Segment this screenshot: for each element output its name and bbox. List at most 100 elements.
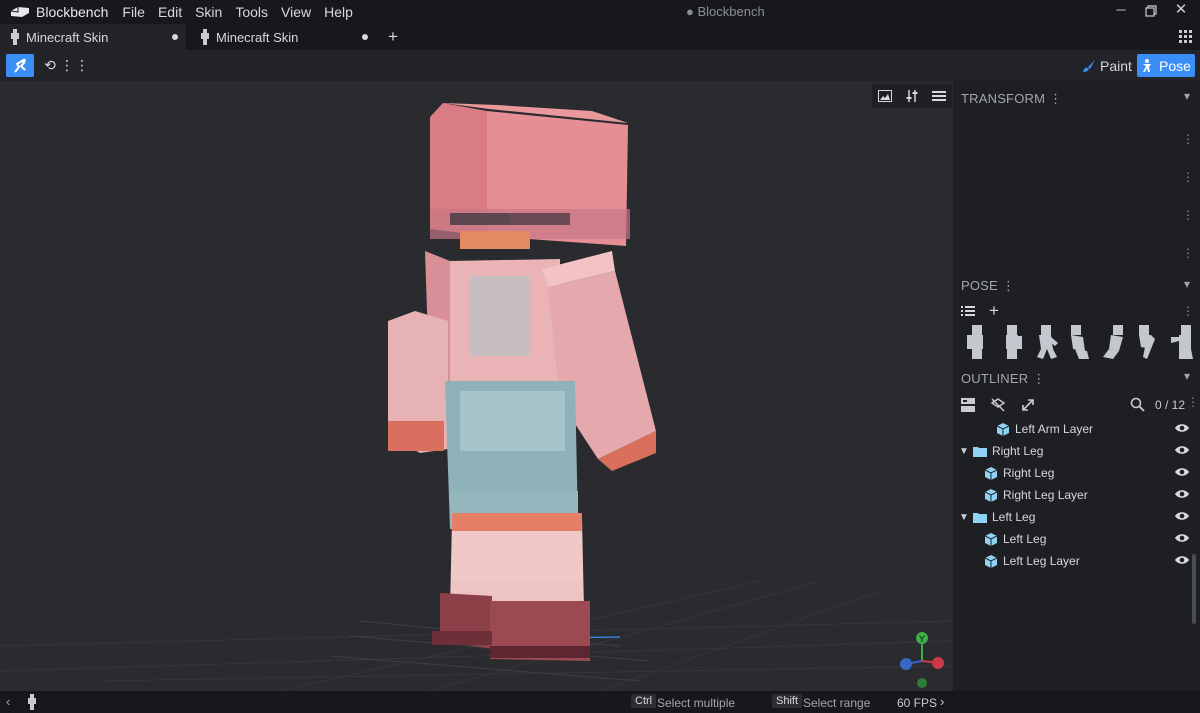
- eye-icon[interactable]: [1175, 467, 1189, 477]
- outliner-item-label: Right Leg: [992, 444, 1044, 458]
- toolbar: ⟲ ⋮⋮ Paint Pose: [0, 50, 1200, 81]
- kebab-icon[interactable]: ⋮: [1002, 278, 1015, 293]
- kebab-icon[interactable]: ⋮: [1032, 371, 1045, 386]
- skin-figure-icon: [201, 29, 209, 45]
- pose-tools: +: [961, 302, 999, 319]
- pose-preset-fly-icon[interactable]: [1167, 323, 1197, 361]
- chevron-up-icon[interactable]: ▾: [1184, 277, 1194, 291]
- title-bar: Blockbench File Edit Skin Tools View Hel…: [0, 0, 1200, 24]
- outliner-item-label: Right Leg: [1003, 466, 1055, 480]
- chevron-down-icon[interactable]: ▼: [959, 446, 969, 457]
- outliner-item-left-leg[interactable]: Left Leg: [955, 528, 1193, 550]
- tab-minecraft-skin-2[interactable]: Minecraft Skin: [190, 24, 376, 50]
- paint-mode-label: Paint: [1100, 57, 1132, 74]
- 3d-viewport[interactable]: Y: [0, 81, 953, 691]
- pose-mode-button[interactable]: Pose: [1137, 54, 1195, 77]
- cube-icon: [985, 466, 997, 480]
- add-pose-plus-icon[interactable]: +: [989, 302, 999, 319]
- menu-view[interactable]: View: [281, 4, 311, 20]
- expand-icon[interactable]: [1020, 397, 1036, 413]
- unsaved-dot-icon: [172, 34, 178, 40]
- outliner-item-left-arm-layer[interactable]: Left Arm Layer: [955, 418, 1193, 440]
- pose-mode-label: Pose: [1159, 57, 1191, 74]
- menu-icon[interactable]: [931, 90, 946, 102]
- pose-preset-jump-icon[interactable]: [1133, 323, 1163, 361]
- eye-icon[interactable]: [1175, 511, 1189, 521]
- outliner-item-right-leg-layer[interactable]: Right Leg Layer: [955, 484, 1193, 506]
- outliner-item-label: Left Leg Layer: [1003, 554, 1080, 568]
- new-tab-plus-icon[interactable]: +: [388, 27, 398, 47]
- eye-icon[interactable]: [1175, 533, 1189, 543]
- pose-preset-wave-icon[interactable]: [1099, 323, 1129, 361]
- image-icon[interactable]: [878, 90, 893, 102]
- paint-mode-button[interactable]: Paint: [1080, 54, 1134, 77]
- skin-figure-icon[interactable]: [27, 694, 37, 710]
- outliner-item-right-leg[interactable]: Right Leg: [955, 462, 1193, 484]
- cube-icon: [985, 554, 997, 568]
- sync-button[interactable]: ⟲: [39, 54, 61, 77]
- status-bar: ‹ Ctrl Select multiple Shift Select rang…: [0, 691, 1200, 713]
- viewport-scene[interactable]: Y: [0, 81, 953, 691]
- eye-icon[interactable]: [1175, 555, 1189, 565]
- menu-help[interactable]: Help: [324, 4, 353, 20]
- list-icon[interactable]: [961, 305, 975, 317]
- cube-icon: [985, 488, 997, 502]
- close-icon[interactable]: ✕: [1174, 2, 1188, 17]
- app-name: Blockbench: [36, 4, 109, 20]
- kebab-icon[interactable]: ⋮: [1187, 396, 1199, 408]
- kebab-icon[interactable]: ⋮: [1049, 91, 1062, 106]
- pose-panel-header[interactable]: POSE ⋮: [961, 278, 1015, 294]
- pose-figure-icon: [1143, 58, 1152, 72]
- kebab-icon[interactable]: ⋮: [1182, 305, 1194, 317]
- menu-edit[interactable]: Edit: [158, 4, 182, 20]
- minimize-icon[interactable]: ─: [1114, 3, 1128, 17]
- chevron-down-icon[interactable]: ▼: [959, 512, 969, 523]
- pose-preset-walk-icon[interactable]: [1031, 323, 1061, 361]
- outliner-item-left-leg-layer[interactable]: Left Leg Layer: [955, 550, 1193, 572]
- sliders-icon[interactable]: [905, 89, 919, 103]
- unsaved-dot-icon: [362, 34, 368, 40]
- transform-title: TRANSFORM: [961, 91, 1046, 106]
- kebab-icon[interactable]: ⋮: [1182, 171, 1194, 183]
- skin-model[interactable]: [388, 103, 656, 661]
- chevron-up-icon[interactable]: ▾: [1184, 89, 1194, 103]
- outliner-group-right-leg[interactable]: ▼ Right Leg: [955, 440, 1193, 462]
- outliner-group-left-leg[interactable]: ▼ Left Leg: [955, 506, 1193, 528]
- tab-label: Minecraft Skin: [216, 29, 299, 45]
- eye-icon[interactable]: [1175, 445, 1189, 455]
- right-sidebar: TRANSFORM ⋮ ▾ ⋮ ⋮ ⋮ ⋮ POSE ⋮ ▾ + ⋮ OUTLI…: [955, 81, 1200, 691]
- brush-icon: [1083, 59, 1096, 72]
- shift-hint: Select range: [803, 696, 871, 710]
- eye-icon[interactable]: [1175, 489, 1189, 499]
- search-icon[interactable]: [1130, 397, 1145, 412]
- add-group-icon[interactable]: [961, 398, 975, 412]
- tab-minecraft-skin-1[interactable]: Minecraft Skin: [0, 24, 186, 50]
- eye-icon[interactable]: [1175, 423, 1189, 433]
- menu-skin[interactable]: Skin: [195, 4, 222, 20]
- chevron-up-icon[interactable]: ▾: [1184, 369, 1194, 383]
- ctrl-hint: Select multiple: [657, 696, 736, 710]
- grid-menu-icon[interactable]: [1179, 30, 1193, 43]
- menu-file[interactable]: File: [122, 4, 145, 20]
- kebab-icon[interactable]: ⋮: [1182, 247, 1194, 259]
- outliner-panel-header[interactable]: OUTLINER ⋮: [961, 371, 1046, 387]
- pose-tool-button[interactable]: [6, 54, 34, 77]
- pose-preset-run-icon[interactable]: [1065, 323, 1095, 361]
- pose-preset-default-icon[interactable]: [963, 323, 993, 361]
- skin-figure-icon: [11, 29, 19, 45]
- pose-tool-icon: [14, 58, 26, 73]
- axis-gizmo[interactable]: Y: [900, 632, 944, 688]
- pose-presets: [961, 323, 1197, 363]
- restore-icon[interactable]: [1145, 5, 1159, 19]
- window-title: ● Blockbench: [686, 4, 765, 19]
- chevron-right-icon[interactable]: ›: [940, 694, 944, 709]
- toolbar-more-button[interactable]: ⋮⋮: [60, 54, 89, 77]
- toggle-visibility-icon[interactable]: [990, 397, 1006, 413]
- outliner-scrollbar[interactable]: [1192, 554, 1196, 624]
- transform-panel-header[interactable]: TRANSFORM ⋮: [961, 91, 1062, 107]
- menu-tools[interactable]: Tools: [235, 4, 268, 20]
- chevron-left-icon[interactable]: ‹: [6, 694, 10, 709]
- kebab-icon[interactable]: ⋮: [1182, 209, 1194, 221]
- kebab-icon[interactable]: ⋮: [1182, 133, 1194, 145]
- pose-preset-natural-icon[interactable]: [997, 323, 1027, 361]
